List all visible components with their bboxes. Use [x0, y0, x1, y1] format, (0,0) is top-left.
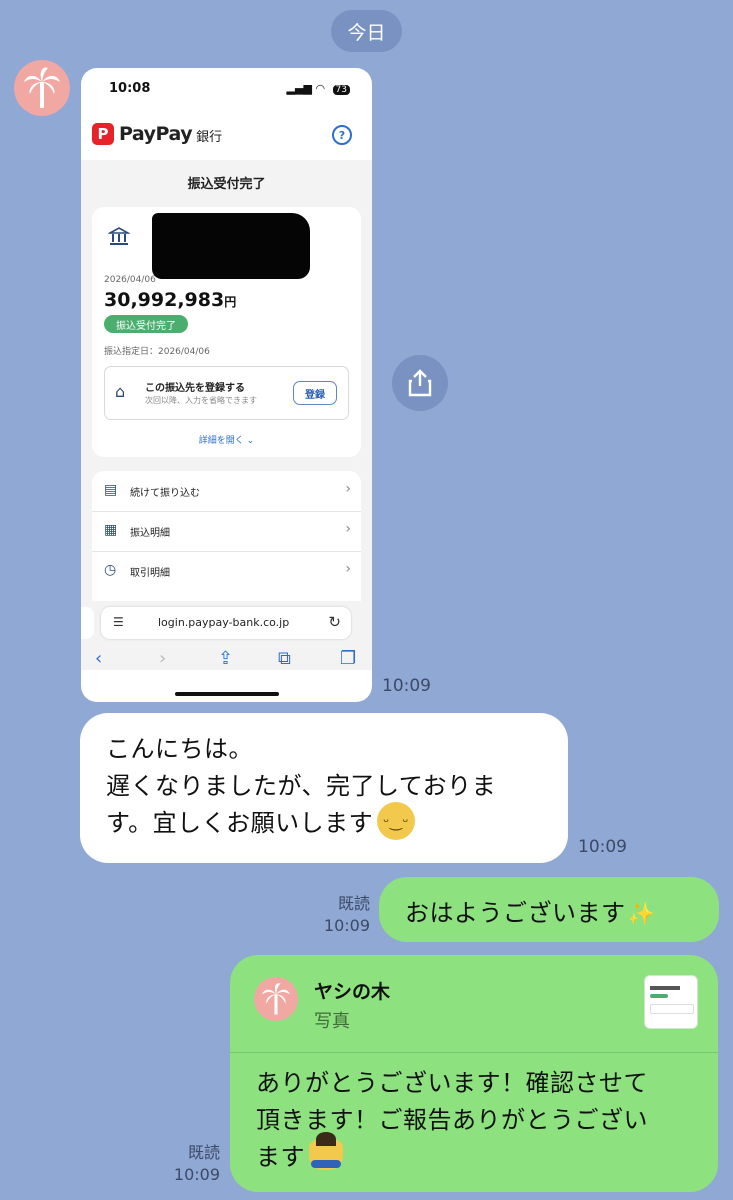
share-icon: [408, 369, 432, 397]
menu-label: 取引明細: [130, 568, 170, 579]
tabs-icon: ❐: [340, 648, 357, 669]
phone-status-bar: 10:08 ▂▄▆ ◠ 73: [81, 68, 372, 110]
menu-label: 振込明細: [130, 528, 170, 539]
quoted-avatar: [254, 977, 298, 1021]
signal-icon: ▂▄▆: [286, 82, 312, 95]
share-button[interactable]: [392, 355, 448, 411]
details-link-label: 詳細を開く: [198, 436, 244, 446]
message-line: ありがとうございます！確認させて: [256, 1069, 648, 1097]
menu-label: 続けて振り込む: [130, 488, 200, 499]
received-message-text: こんにちは。 遅くなりましたが、完了しておりま す。宜しくお願いします ᵕ‿ᵕ: [106, 731, 551, 843]
page-menu-icon: ☰: [113, 615, 124, 629]
transfer-page-title: 振込受付完了: [187, 177, 266, 192]
browser-url: login.paypay-bank.co.jp: [158, 616, 290, 629]
menu-item-continue-transfer: ▤ 続けて振り込む ›: [92, 471, 361, 512]
receipt-icon: ▦: [104, 522, 118, 538]
bowing-person-emoji-icon: [309, 1132, 343, 1170]
relieved-face-emoji-icon: ᵕ‿ᵕ: [377, 802, 416, 840]
brand-name: PayPay: [119, 122, 193, 145]
quoted-content-type: 写真: [314, 1011, 350, 1032]
paypay-bank-logo: P PayPay 銀行: [92, 122, 222, 145]
chevron-down-icon: ⌄: [246, 436, 255, 446]
browser-toolbar: ‹ › ⇪ ⧉ ❐: [81, 648, 372, 678]
forward-icon: ›: [159, 648, 167, 669]
read-label: 既読: [187, 1143, 220, 1162]
wifi-icon: ◠: [315, 82, 326, 95]
chevron-right-icon: ›: [345, 481, 351, 497]
help-icon: ?: [332, 125, 352, 145]
brand-suffix: 銀行: [196, 130, 223, 145]
chevron-right-icon: ›: [345, 561, 351, 577]
amount-value: 30,992,983: [104, 289, 225, 311]
quoted-sender-name: ヤシの木: [314, 981, 391, 1003]
chevron-right-icon: ›: [345, 521, 351, 537]
message-time: 10:09: [323, 916, 370, 935]
message-line: 遅くなりましたが、完了しておりま: [106, 772, 497, 800]
details-link: 詳細を開く ⌄: [92, 433, 361, 446]
redacted-recipient: [152, 213, 310, 279]
screenshot-image-message[interactable]: 10:08 ▂▄▆ ◠ 73 P PayPay 銀行 ? 振込受付完了 2026…: [81, 68, 372, 702]
message-line: ます: [256, 1143, 305, 1171]
quoted-message[interactable]: ヤシの木 写真: [230, 955, 718, 1053]
message-time: 10:09: [578, 837, 627, 857]
reload-icon: ↻: [328, 613, 341, 631]
bank-register-icon: ⌂: [115, 382, 126, 401]
status-icons: ▂▄▆ ◠ 73: [287, 82, 350, 95]
register-title: この振込先を登録する: [145, 383, 245, 394]
date-separator: 今日: [331, 10, 402, 52]
browser-address-bar: ☰ login.paypay-bank.co.jp ↻: [101, 607, 351, 639]
sent-reply-bubble[interactable]: ヤシの木 写真 ありがとうございます！確認させて 頂きます！ご報告ありがとうござ…: [230, 955, 718, 1192]
message-time: 10:09: [382, 676, 431, 696]
sent-message-text: おはようございます✨: [405, 893, 655, 928]
home-indicator: [175, 692, 279, 696]
register-subtitle: 次回以降、入力を省略できます: [145, 396, 257, 405]
share-icon: ⇪: [218, 648, 234, 669]
palm-tree-icon: [24, 67, 60, 108]
scheduled-date: 振込指定日：2026/04/06: [104, 347, 210, 357]
sender-avatar[interactable]: [14, 60, 70, 116]
bookmarks-icon: ⧉: [278, 648, 291, 669]
read-label: 既読: [337, 894, 370, 913]
message-line: おはようございます: [405, 899, 626, 927]
action-menu: ▤ 続けて振り込む › ▦ 振込明細 › ◷ 取引明細 ›: [92, 471, 361, 601]
transfer-summary-card: 2026/04/06 30,992,983円 振込受付完了 振込指定日：2026…: [92, 207, 361, 457]
received-message-bubble[interactable]: こんにちは。 遅くなりましたが、完了しておりま す。宜しくお願いします ᵕ‿ᵕ: [80, 713, 568, 863]
bank-icon: [106, 225, 132, 249]
message-line: す。宜しくお願いします: [106, 809, 374, 837]
read-receipt: 既読 10:09: [318, 893, 370, 937]
document-icon: ▤: [104, 482, 118, 498]
message-time: 10:09: [173, 1165, 220, 1184]
previous-tab-stub: [81, 607, 94, 639]
palm-tree-icon: [262, 983, 290, 1015]
register-button: 登録: [293, 381, 337, 405]
menu-item-transaction-history: ◷ 取引明細 ›: [92, 551, 361, 591]
menu-item-transfer-details: ▦ 振込明細 ›: [92, 511, 361, 552]
sent-message-bubble[interactable]: おはようございます✨: [379, 877, 719, 942]
read-receipt: 既読 10:09: [168, 1142, 220, 1186]
transfer-amount: 30,992,983円: [104, 289, 236, 311]
status-badge: 振込受付完了: [104, 315, 188, 333]
quoted-image-thumbnail: [644, 975, 698, 1029]
paypay-logo-mark: P: [92, 122, 114, 145]
message-line: こんにちは。: [106, 735, 253, 763]
clock-icon: ◷: [104, 562, 117, 578]
amount-unit: 円: [224, 295, 237, 309]
sparkles-icon: ✨: [627, 902, 656, 927]
status-time: 10:08: [109, 81, 151, 96]
transfer-date: 2026/04/06: [104, 275, 156, 285]
sent-reply-text: ありがとうございます！確認させて 頂きます！ご報告ありがとうござい ます: [256, 1065, 701, 1176]
battery-icon: 73: [332, 85, 350, 95]
back-icon: ‹: [95, 648, 103, 669]
register-recipient-box: ⌂ この振込先を登録する 次回以降、入力を省略できます 登録: [104, 366, 349, 420]
screenshot-content: 振込受付完了 2026/04/06 30,992,983円 振込受付完了 振込指…: [81, 160, 372, 670]
